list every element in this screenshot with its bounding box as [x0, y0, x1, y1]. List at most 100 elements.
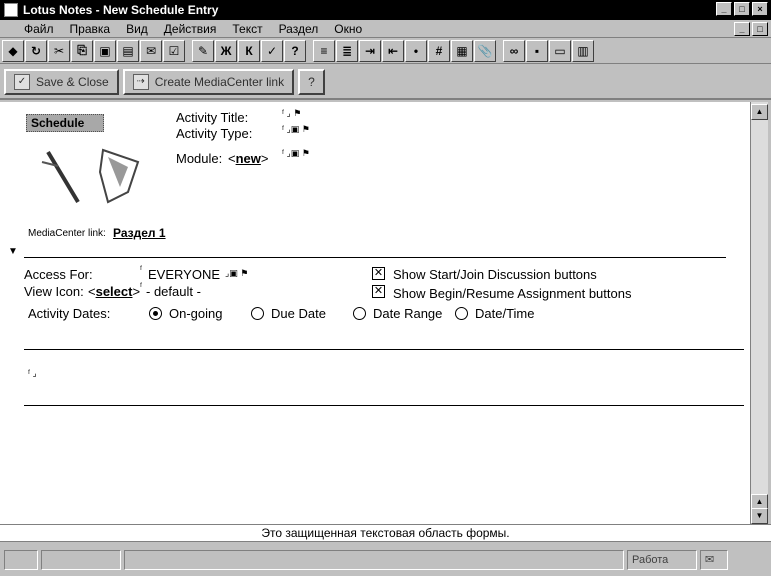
numbered-list-icon[interactable]: #: [428, 39, 450, 62]
module-link-wrap: <new>: [228, 151, 269, 166]
section-collapse-icon[interactable]: ▼: [8, 246, 18, 257]
checkmail-icon[interactable]: ☑: [163, 39, 185, 62]
mediacenter-link[interactable]: Раздел 1: [113, 226, 166, 240]
window-title: Lotus Notes - New Schedule Entry: [23, 3, 219, 17]
spell-icon[interactable]: ?: [284, 39, 306, 62]
calendar-icon[interactable]: ▥: [572, 39, 594, 62]
help-button[interactable]: ?: [298, 69, 325, 95]
pencil-icon[interactable]: ✎: [192, 39, 214, 62]
save-close-label: Save & Close: [36, 75, 109, 89]
cut-icon[interactable]: ✂: [48, 39, 70, 62]
view-icon-value[interactable]: - default -: [146, 284, 201, 299]
menu-actions[interactable]: Действия: [164, 22, 217, 36]
highlight-icon[interactable]: ✓: [261, 39, 283, 62]
schedule-section-tab[interactable]: Schedule: [26, 114, 104, 132]
radio-ongoing[interactable]: [149, 307, 162, 320]
mail-status-icon[interactable]: ✉: [700, 550, 728, 570]
window-controls: _ □ ×: [716, 2, 768, 16]
document-controls: _ □: [734, 22, 768, 36]
menu-text[interactable]: Текст: [232, 22, 262, 36]
copy-icon[interactable]: ⎘: [71, 39, 93, 62]
vertical-scrollbar[interactable]: ▲ ▲ ▼: [750, 102, 768, 524]
status-cell-2[interactable]: [41, 550, 121, 570]
module-field[interactable]: ᶠ ⌟▣ ⚑: [282, 148, 310, 159]
attach-icon[interactable]: 📎: [474, 39, 496, 62]
save-icon: ✓: [14, 74, 30, 90]
view-icon-select-link[interactable]: select: [96, 284, 133, 299]
radio-due-date[interactable]: [251, 307, 264, 320]
activity-title-field[interactable]: ᶠ ⌟ ⚑: [282, 108, 301, 119]
status-cell-3[interactable]: [124, 550, 624, 570]
smarticon-toolbar: ◆ ↻ ✂ ⎘ ▣ ▤ ✉ ☑ ✎ Ж К ✓ ? ≡ ≣ ⇥ ⇤ • # ▦ …: [0, 38, 771, 64]
divider-bottom: [24, 405, 744, 406]
view-icon-link-wrap: <select>: [88, 284, 141, 299]
outdent-icon[interactable]: ⇤: [382, 39, 404, 62]
access-for-field-mark: ᶠ: [140, 264, 143, 274]
refresh-icon[interactable]: ↻: [25, 39, 47, 62]
module-label: Module:: [176, 151, 223, 166]
access-for-value[interactable]: EVERYONE: [148, 267, 220, 282]
view-icon-field-mark: ᶠ: [140, 281, 143, 291]
activity-type-field[interactable]: ᶠ ⌟▣ ⚑: [282, 124, 310, 135]
access-for-label: Access For:: [24, 267, 93, 282]
minimize-icon[interactable]: _: [716, 2, 732, 16]
divider-middle: [24, 349, 744, 350]
radio-date-time[interactable]: [455, 307, 468, 320]
show-discussion-label: Show Start/Join Discussion buttons: [393, 267, 597, 282]
mediacenter-label: MediaCenter link:: [28, 228, 106, 239]
show-assignment-label: Show Begin/Resume Assignment buttons: [393, 286, 632, 301]
paste-icon[interactable]: ▣: [94, 39, 116, 62]
save-icon[interactable]: ▪: [526, 39, 548, 62]
table-icon[interactable]: ▦: [451, 39, 473, 62]
indent-icon[interactable]: ⇥: [359, 39, 381, 62]
radio-date-range-label: Date Range: [373, 306, 443, 321]
radio-date-range[interactable]: [353, 307, 366, 320]
schedule-illustration-icon: [41, 148, 140, 204]
link-icon: ⇢: [132, 74, 149, 90]
print-icon[interactable]: ▤: [117, 39, 139, 62]
mail-icon[interactable]: ✉: [140, 39, 162, 62]
doc-minimize-icon[interactable]: _: [734, 22, 750, 36]
activity-type-label: Activity Type:: [176, 126, 253, 141]
form-icon[interactable]: ▭: [549, 39, 571, 62]
bold-icon[interactable]: Ж: [215, 39, 237, 62]
view-icon-label: View Icon:: [24, 284, 84, 299]
body-rich-text-field[interactable]: ᶠ ⌟: [28, 368, 37, 379]
scroll-up-icon[interactable]: ▲: [751, 104, 768, 120]
action-bar: ✓ Save & Close ⇢ Create MediaCenter link…: [0, 66, 771, 100]
menu-view[interactable]: Вид: [126, 22, 148, 36]
divider-top: [24, 257, 726, 258]
close-icon[interactable]: ×: [752, 2, 768, 16]
maximize-icon[interactable]: □: [734, 2, 750, 16]
menu-file[interactable]: Файл: [24, 22, 54, 36]
align-left-icon[interactable]: ≡: [313, 39, 335, 62]
create-link-button[interactable]: ⇢ Create MediaCenter link: [122, 69, 295, 95]
navigator-icon[interactable]: ◆: [2, 39, 24, 62]
access-for-field-end[interactable]: ⌟▣ ⚑: [225, 268, 248, 279]
app-icon: [4, 3, 18, 17]
italic-icon[interactable]: К: [238, 39, 260, 62]
menu-window[interactable]: Окно: [334, 22, 362, 36]
help-label: ?: [308, 75, 315, 89]
menu-edit[interactable]: Правка: [70, 22, 111, 36]
activity-dates-label: Activity Dates:: [28, 306, 111, 321]
protected-area-hint: Это защищенная текстовая область формы.: [0, 524, 771, 542]
radio-due-date-label: Due Date: [271, 306, 326, 321]
status-bar: Работа ✉: [0, 544, 771, 576]
activity-title-label: Activity Title:: [176, 110, 249, 125]
link-icon[interactable]: ∞: [503, 39, 525, 62]
scroll-down-icon[interactable]: ▼: [751, 508, 768, 524]
menu-bar: Файл Правка Вид Действия Текст Раздел Ок…: [0, 20, 771, 38]
bullet-list-icon[interactable]: •: [405, 39, 427, 62]
save-close-button[interactable]: ✓ Save & Close: [4, 69, 119, 95]
doc-restore-icon[interactable]: □: [752, 22, 768, 36]
menu-section[interactable]: Раздел: [279, 22, 319, 36]
radio-date-time-label: Date/Time: [475, 306, 535, 321]
module-new-link[interactable]: new: [236, 151, 261, 166]
status-cell-1[interactable]: [4, 550, 38, 570]
show-assignment-checkbox[interactable]: ✕: [372, 285, 385, 298]
radio-ongoing-label: On-going: [169, 306, 223, 321]
status-mode[interactable]: Работа: [627, 550, 697, 570]
show-discussion-checkbox[interactable]: ✕: [372, 267, 385, 280]
align-center-icon[interactable]: ≣: [336, 39, 358, 62]
